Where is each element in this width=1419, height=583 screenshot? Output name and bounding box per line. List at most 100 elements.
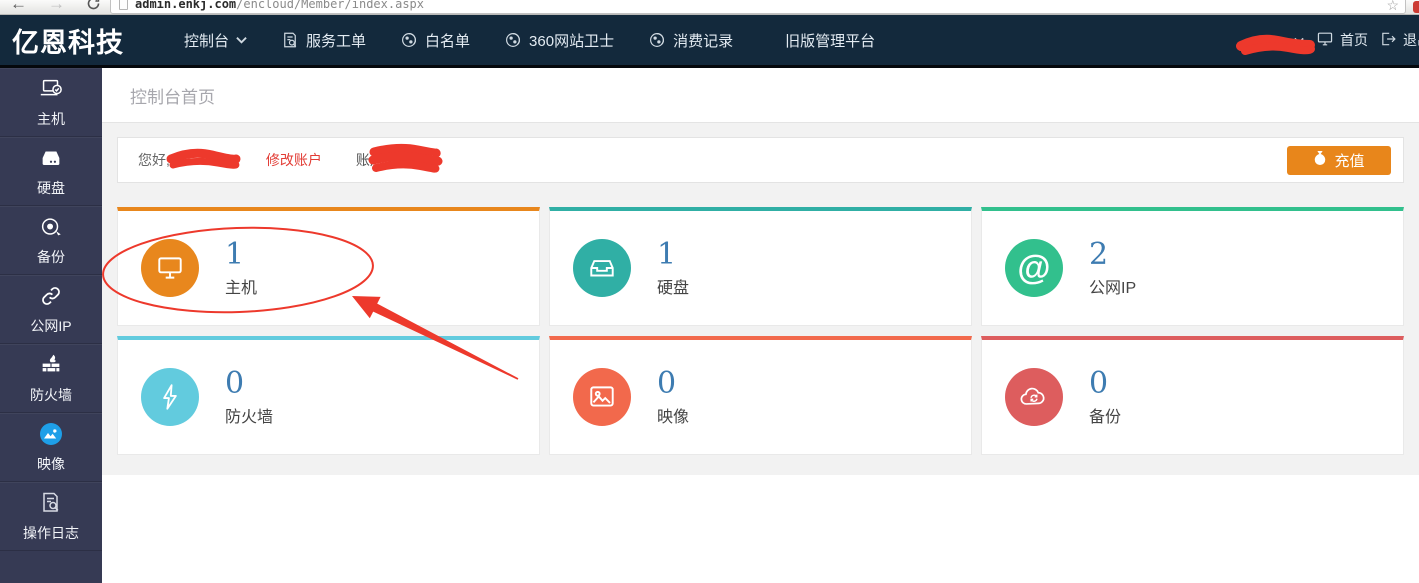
work-order-icon: [281, 31, 299, 49]
bookmark-star-icon[interactable]: ☆: [1386, 0, 1399, 11]
sidebar-item-image[interactable]: 映像: [0, 413, 102, 482]
nav-item-work-order[interactable]: 服务工单: [281, 30, 366, 51]
browser-extension-icon[interactable]: [1413, 1, 1419, 13]
sidebar-label: 备份: [37, 247, 65, 267]
browser-toolbar: ← → admin.enkj.com/encloud/Member/index.…: [0, 0, 1419, 15]
sidebar-label: 映像: [37, 454, 65, 474]
lightning-icon: [141, 368, 199, 426]
stat-card-firewall[interactable]: 0 防火墙: [117, 336, 540, 455]
sidebar: 主机 硬盘 备份: [0, 68, 102, 583]
card-value: 2: [1089, 239, 1136, 271]
browser-back-icon[interactable]: ←: [10, 0, 27, 14]
picture-icon: [573, 368, 631, 426]
sidebar-item-disk[interactable]: 硬盘: [0, 137, 102, 206]
nav-item-legacy-platform[interactable]: 旧版管理平台: [785, 30, 875, 51]
card-label: 公网IP: [1089, 274, 1136, 298]
moneybag-icon: [1313, 150, 1327, 170]
home-label: 首页: [1340, 30, 1368, 50]
stat-card-public-ip[interactable]: @ 2 公网IP: [981, 207, 1404, 326]
tray-icon: [573, 239, 631, 297]
monitor-icon: [141, 239, 199, 297]
consume-record-icon: [648, 31, 666, 49]
top-navbar: 亿恩科技 控制台 服务工单: [0, 15, 1419, 68]
nav-item-console[interactable]: 控制台: [184, 30, 247, 51]
link-icon: [38, 282, 64, 310]
nav-label: 服务工单: [306, 30, 366, 51]
home-link[interactable]: 首页: [1316, 30, 1368, 50]
sidebar-item-firewall[interactable]: 防火墙: [0, 344, 102, 413]
hard-disk-icon: [38, 144, 64, 172]
nav-item-consume-record[interactable]: 消费记录: [648, 30, 733, 51]
nav-label: 白名单: [425, 30, 470, 51]
card-label: 防火墙: [225, 403, 273, 427]
card-value: 1: [225, 239, 257, 271]
greeting-text: 您好,: [138, 150, 170, 170]
edit-account-link[interactable]: 修改账户: [266, 150, 322, 170]
address-bar[interactable]: admin.enkj.com/encloud/Member/index.aspx…: [110, 0, 1406, 14]
sidebar-label: 防火墙: [30, 385, 72, 405]
sidebar-label: 公网IP: [30, 316, 71, 336]
content-panel: 您好, 修改账户 账户余额： 充值: [102, 123, 1419, 475]
stat-card-image[interactable]: 0 映像: [549, 336, 972, 455]
sidebar-item-operation-log[interactable]: 操作日志: [0, 482, 102, 551]
logout-icon: [1380, 31, 1397, 50]
url-host: admin.enkj.com: [135, 0, 236, 11]
at-glyph: @: [1017, 251, 1050, 285]
chevron-down-icon: [236, 36, 247, 44]
firewall-icon: [38, 351, 64, 379]
recharge-label: 充值: [1334, 150, 1364, 171]
sidebar-item-public-ip[interactable]: 公网IP: [0, 275, 102, 344]
sidebar-label: 硬盘: [37, 178, 65, 198]
url-path: /encloud/Member/index.aspx: [236, 0, 424, 11]
nav-label: 控制台: [184, 30, 229, 51]
card-value: 0: [1089, 368, 1121, 400]
browser-reload-icon[interactable]: [86, 0, 101, 16]
page-icon: [119, 0, 128, 10]
nav-label: 消费记录: [673, 30, 733, 51]
log-search-icon: [39, 489, 63, 517]
page-title: 控制台首页: [130, 83, 215, 108]
username-redacted[interactable]: [1212, 31, 1290, 49]
stat-card-host[interactable]: 1 主机: [117, 207, 540, 326]
topnav-menu: 控制台 服务工单 白名单: [184, 30, 875, 51]
sidebar-label: 主机: [37, 109, 65, 129]
brand-logo[interactable]: 亿恩科技: [0, 21, 138, 60]
nav-label: 旧版管理平台: [785, 30, 875, 51]
laptop-check-icon: [38, 75, 64, 103]
card-value: 0: [225, 368, 273, 400]
card-label: 硬盘: [657, 274, 689, 298]
whitelist-icon: [400, 31, 418, 49]
url-text: admin.enkj.com/encloud/Member/index.aspx: [135, 0, 424, 11]
nav-item-site-guard[interactable]: 360网站卫士: [504, 30, 614, 51]
at-sign-icon: @: [1005, 239, 1063, 297]
card-value: 1: [657, 239, 689, 271]
card-label: 主机: [225, 274, 257, 298]
page-header: 控制台首页: [102, 68, 1419, 123]
stats-cards: 1 主机 1 硬盘: [117, 207, 1404, 455]
browser-forward-icon[interactable]: →: [48, 0, 65, 14]
card-value: 0: [657, 368, 689, 400]
welcome-bar: 您好, 修改账户 账户余额： 充值: [117, 137, 1404, 183]
backup-disc-icon: [38, 213, 64, 241]
nav-item-whitelist[interactable]: 白名单: [400, 30, 470, 51]
cloud-sync-icon: [1005, 368, 1063, 426]
logout-link[interactable]: 退出: [1380, 30, 1419, 50]
image-blue-icon: [37, 420, 65, 448]
screenshot-root: ← → admin.enkj.com/encloud/Member/index.…: [0, 0, 1419, 583]
stat-card-backup[interactable]: 0 备份: [981, 336, 1404, 455]
site-guard-icon: [504, 31, 522, 49]
sidebar-label: 操作日志: [23, 523, 79, 543]
logout-label: 退出: [1403, 30, 1419, 50]
user-chevron-down-icon[interactable]: [1294, 31, 1304, 49]
recharge-button[interactable]: 充值: [1287, 146, 1391, 175]
sidebar-item-backup[interactable]: 备份: [0, 206, 102, 275]
greeting-name-redacted: [176, 152, 248, 168]
home-monitor-icon: [1316, 31, 1334, 50]
nav-label: 360网站卫士: [529, 30, 614, 51]
sidebar-item-host[interactable]: 主机: [0, 68, 102, 137]
card-label: 映像: [657, 403, 689, 427]
card-label: 备份: [1089, 403, 1121, 427]
stat-card-disk[interactable]: 1 硬盘: [549, 207, 972, 326]
main-area: 控制台首页 您好, 修改账户 账户余额： 充值: [102, 68, 1419, 583]
balance-label: 账户余额：: [356, 150, 426, 170]
